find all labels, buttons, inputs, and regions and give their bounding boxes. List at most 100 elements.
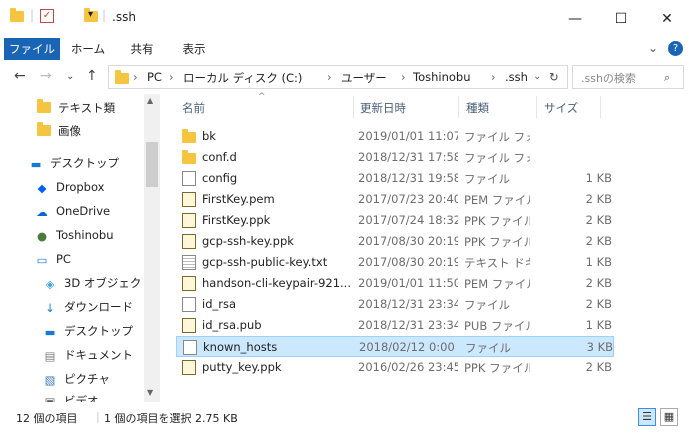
folder-icon — [36, 121, 52, 143]
nav-item-images[interactable]: 画像 — [36, 120, 81, 142]
file-row[interactable]: id_rsa 2018/12/31 23:34 ファイル 2 KB — [176, 294, 614, 315]
nav-item-3d-objects[interactable]: ◈ 3D オブジェクト — [42, 272, 153, 294]
column-name[interactable]: 名前 — [182, 100, 205, 116]
file-type: PPK ファイル — [464, 235, 530, 249]
file-size: 2 KB — [585, 213, 612, 227]
nav-item-desktop[interactable]: ▬ デスクトップ — [28, 152, 119, 174]
file-type: PUB ファイル — [464, 319, 530, 333]
tab-home[interactable]: ホーム — [66, 38, 110, 60]
column-date[interactable]: 更新日時 — [360, 100, 406, 116]
file-size: 1 KB — [585, 318, 612, 332]
scroll-down-icon[interactable]: ▼ — [147, 388, 153, 397]
scroll-up-icon[interactable]: ▲ — [147, 96, 153, 105]
file-row[interactable]: FirstKey.pem 2017/07/23 20:40 PEM ファイル 2 KB — [176, 189, 614, 210]
column-type[interactable]: 種類 — [466, 100, 489, 116]
file-name: bk — [202, 129, 216, 143]
file-type: ファイル — [464, 298, 510, 312]
breadcrumb-users[interactable]: ユーザー — [341, 70, 387, 86]
download-icon: ↓ — [45, 300, 55, 315]
file-icon — [183, 340, 197, 355]
nav-scrollbar[interactable]: ▲ ▼ — [144, 94, 160, 402]
tab-share[interactable]: 共有 — [122, 38, 162, 60]
breadcrumb-toshinobu[interactable]: Toshinobu — [413, 70, 471, 84]
tab-view[interactable]: 表示 — [174, 38, 214, 60]
address-row: ← → ⌄ ↑ › PC › ローカル ディスク (C:) › ユーザー › T… — [0, 60, 690, 94]
address-dropdown-icon[interactable]: ⌄ — [533, 71, 541, 82]
file-row[interactable]: config 2018/12/31 19:58 ファイル 1 KB — [176, 168, 614, 189]
file-date: 2018/12/31 23:34 — [358, 297, 458, 311]
file-type: PPK ファイル — [464, 361, 530, 375]
file-row[interactable]: known_hosts 2018/02/12 0:00 ファイル 3 KB — [176, 336, 614, 357]
nav-item-downloads[interactable]: ↓ ダウンロード — [42, 296, 133, 318]
nav-item-desktop-2[interactable]: ▬ デスクトップ — [42, 320, 133, 342]
tab-file[interactable]: ファイル — [4, 38, 60, 60]
forward-icon[interactable]: → — [40, 68, 52, 84]
file-row[interactable]: gcp-ssh-key.ppk 2017/08/30 20:19 PPK ファイル 2… — [176, 231, 614, 252]
folder-icon — [36, 98, 52, 120]
ribbon-tabs: ファイル ホーム 共有 表示 ⌄ ? — [0, 38, 690, 60]
document-icon: ▤ — [44, 348, 56, 363]
refresh-icon[interactable]: ↻ — [549, 70, 559, 84]
file-date: 2017/07/23 20:40 — [358, 192, 458, 206]
recent-locations-icon[interactable]: ⌄ — [66, 71, 74, 82]
breadcrumb-ssh[interactable]: .ssh — [505, 70, 528, 84]
customize-toolbar-icon[interactable]: ▾ — [88, 9, 93, 20]
file-row[interactable]: putty_key.ppk 2016/02/26 23:45 PPK ファイル 2 K… — [176, 357, 614, 378]
file-icon — [182, 297, 196, 312]
search-icon[interactable]: ⌕ — [664, 71, 670, 85]
large-icons-view-icon[interactable]: ▦ — [660, 408, 678, 426]
key-file-icon — [182, 276, 196, 291]
item-count: 12 個の項目 — [16, 412, 78, 425]
navigation-pane: テキスト類 画像 ▬ デスクトップ ◆ Dropbox ☁ OneDrive ● Tos… — [0, 94, 160, 402]
address-bar[interactable]: › PC › ローカル ディスク (C:) › ユーザー › Toshinobu… — [108, 65, 568, 89]
file-type: ファイル フォ... — [464, 130, 530, 144]
breadcrumb-local-disk[interactable]: ローカル ディスク (C:) — [183, 70, 302, 86]
up-icon[interactable]: ↑ — [86, 68, 98, 84]
file-type: ファイル フォ... — [464, 151, 530, 165]
back-icon[interactable]: ← — [14, 68, 26, 84]
file-name: putty_key.ppk — [202, 360, 282, 374]
file-row[interactable]: bk 2019/01/01 11:07 ファイル フォ... — [176, 126, 614, 147]
minimize-button[interactable]: — — [552, 0, 598, 38]
file-type: テキスト ドキ... — [464, 256, 530, 270]
properties-icon[interactable]: ✓ — [40, 9, 54, 23]
nav-item-documents[interactable]: ▤ ドキュメント — [42, 344, 133, 366]
maximize-button[interactable]: ☐ — [598, 0, 644, 38]
file-size: 2 KB — [585, 297, 612, 311]
close-button[interactable]: ✕ — [644, 0, 690, 38]
desktop-icon: ▬ — [44, 324, 56, 339]
dropbox-icon: ◆ — [37, 180, 47, 195]
nav-item-pictures[interactable]: ▧ ピクチャ — [42, 368, 110, 390]
nav-scroll-thumb[interactable] — [146, 142, 158, 187]
nav-item-dropbox[interactable]: ◆ Dropbox — [34, 176, 105, 198]
nav-item-videos[interactable]: ▣ ビデオ — [42, 390, 99, 402]
file-icon — [182, 171, 196, 186]
details-view-icon[interactable]: ☰ — [638, 408, 656, 426]
file-name: FirstKey.ppk — [202, 213, 271, 227]
file-name: FirstKey.pem — [202, 192, 275, 206]
video-icon: ▣ — [44, 394, 56, 403]
file-size: 2 KB — [585, 360, 612, 374]
folder-icon — [10, 8, 24, 22]
pc-icon: ▭ — [36, 252, 48, 267]
nav-item-text[interactable]: テキスト類 — [36, 97, 115, 119]
nav-item-user[interactable]: ● Toshinobu — [34, 224, 114, 246]
file-row[interactable]: conf.d 2018/12/31 17:58 ファイル フォ... — [176, 147, 614, 168]
file-row[interactable]: id_rsa.pub 2018/12/31 23:34 PUB ファイル 1 KB — [176, 315, 614, 336]
pictures-icon: ▧ — [44, 372, 56, 387]
file-date: 2017/08/30 20:19 — [358, 234, 458, 248]
file-name: id_rsa.pub — [202, 318, 262, 332]
nav-item-pc[interactable]: ▭ PC — [34, 248, 71, 270]
file-row[interactable]: gcp-ssh-public-key.txt 2017/08/30 20:19 テキ… — [176, 252, 614, 273]
file-row[interactable]: FirstKey.ppk 2017/07/24 18:32 PPK ファイル 2 KB — [176, 210, 614, 231]
file-type: PPK ファイル — [464, 214, 530, 228]
file-row[interactable]: handson-cli-keypair-921... 2019/01/01 11:… — [176, 273, 614, 294]
help-icon[interactable]: ? — [668, 41, 683, 56]
file-type: PEM ファイル — [464, 193, 530, 207]
ribbon-expand-icon[interactable]: ⌄ — [648, 41, 658, 55]
column-size[interactable]: サイズ — [544, 100, 578, 116]
file-date: 2019/01/01 11:07 — [358, 129, 458, 143]
nav-item-onedrive[interactable]: ☁ OneDrive — [34, 200, 110, 222]
breadcrumb-pc[interactable]: PC — [147, 70, 162, 84]
file-date: 2018/02/12 0:00 — [359, 340, 455, 354]
